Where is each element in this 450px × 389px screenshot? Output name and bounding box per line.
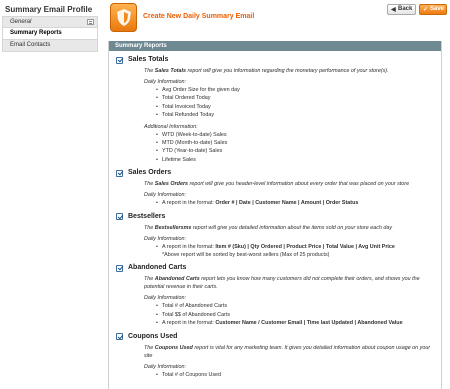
list-item: Total # of Abandoned Carts <box>156 302 435 311</box>
report-description: The Coupons Used report is vital for any… <box>144 344 431 359</box>
sidebar-item-label: Summary Reports <box>10 30 62 36</box>
save-check-icon: ✓ <box>423 7 429 13</box>
report-coupons-used: Coupons Used The Coupons Used report is … <box>116 332 435 380</box>
sidebar-title: Summary Email Profile <box>5 5 93 14</box>
info-label: Daily Information: <box>144 363 186 370</box>
report-title: Sales Totals <box>128 56 169 63</box>
report-title: Abandoned Carts <box>128 264 187 272</box>
save-button[interactable]: ✓ Save <box>419 4 447 15</box>
report-title-row: Sales Orders <box>116 168 435 178</box>
info-list: WTD (Week-to-date) Sales MTD (Month-to-d… <box>144 131 435 165</box>
report-title-row: Abandoned Carts <box>116 263 435 273</box>
info-list: Avg Order Size for the given day Total O… <box>144 86 435 120</box>
info-list: Total # of Abandoned Carts Total $$ of A… <box>144 302 435 328</box>
list-item: Avg Order Size for the given day <box>156 86 435 95</box>
sidebar-item-email-contacts[interactable]: Email Contacts <box>2 40 98 52</box>
report-sales-orders: Sales Orders The Sales Orders report wil… <box>116 168 435 208</box>
list-item: Total # of Coupons Used <box>156 371 435 380</box>
list-item: Total Refunded Today <box>156 111 435 120</box>
list-item: Lifetime Sales <box>156 156 435 165</box>
info-list: A report in the format: Order # | Date |… <box>144 199 435 208</box>
bestsellers-checkbox[interactable] <box>116 213 123 221</box>
back-button-label: Back <box>398 6 413 12</box>
back-button[interactable]: ◀ Back <box>387 4 416 15</box>
report-title-row: Coupons Used <box>116 332 435 342</box>
shield-logo-icon <box>110 3 137 32</box>
report-description: The Bestsellersms report will give you d… <box>144 224 393 231</box>
window-icon <box>87 19 94 25</box>
sort-note: *Above report will be sorted by best-wor… <box>162 252 330 259</box>
save-button-label: Save <box>430 6 445 12</box>
sidebar-item-general[interactable]: General <box>2 16 98 28</box>
report-abandoned-carts: Abandoned Carts The Abandoned Carts repo… <box>116 263 435 328</box>
info-label: Daily Information: <box>144 235 186 242</box>
sales-orders-checkbox[interactable] <box>116 169 123 177</box>
list-item: Total Ordered Today <box>156 94 435 103</box>
report-description: The Sales Orders report will give you he… <box>144 181 410 188</box>
summary-reports-panel: Summary Reports Sales Totals The Sales T… <box>108 41 442 389</box>
info-label: Additional Information: <box>144 123 198 130</box>
page-title: Create New Daily Summary Email <box>143 13 255 20</box>
info-label: Daily Information: <box>144 79 186 85</box>
info-label: Daily Information: <box>144 192 186 199</box>
sidebar-item-label: Email Contacts <box>10 42 51 48</box>
section-header: Summary Reports <box>109 41 441 51</box>
coupons-used-checkbox[interactable] <box>116 333 123 341</box>
list-item: MTD (Month-to-date) Sales <box>156 139 435 148</box>
list-item: A report in the format: Item # (Sku) | Q… <box>156 243 435 252</box>
list-item: A report in the format: Order # | Date |… <box>156 199 435 208</box>
info-list: Total # of Coupons Used <box>144 371 435 380</box>
report-title: Coupons Used <box>128 332 178 340</box>
report-title-row: Sales Totals <box>116 55 435 65</box>
list-item: YTD (Year-to-date) Sales <box>156 147 435 156</box>
info-list: A report in the format: Item # (Sku) | Q… <box>144 243 435 252</box>
sidebar-item-label: General <box>10 19 32 25</box>
list-item: A report in the format: Customer Name / … <box>156 319 435 328</box>
report-description: The Abandoned Carts report lets you know… <box>144 276 420 291</box>
sidebar: Summary Email Profile General Summary Re… <box>2 4 98 52</box>
list-item: Total Invoiced Today <box>156 103 435 112</box>
report-sales-totals: Sales Totals The Sales Totals report wil… <box>116 55 435 165</box>
report-title-row: Bestsellers <box>116 212 435 222</box>
list-item: Total $$ of Abandoned Carts <box>156 311 435 320</box>
abandoned-carts-checkbox[interactable] <box>116 264 123 272</box>
info-label: Daily Information: <box>144 295 186 302</box>
back-arrow-icon: ◀ <box>391 7 396 13</box>
report-title: Sales Orders <box>128 169 172 177</box>
report-description: The Sales Totals report will give you in… <box>144 68 389 74</box>
report-title: Bestsellers <box>128 212 166 220</box>
list-item: WTD (Week-to-date) Sales <box>156 131 435 140</box>
report-bestsellers: Bestsellers The Bestsellersms report wil… <box>116 212 435 260</box>
sales-totals-checkbox[interactable] <box>116 56 123 64</box>
sidebar-item-summary-reports[interactable]: Summary Reports <box>2 28 98 40</box>
